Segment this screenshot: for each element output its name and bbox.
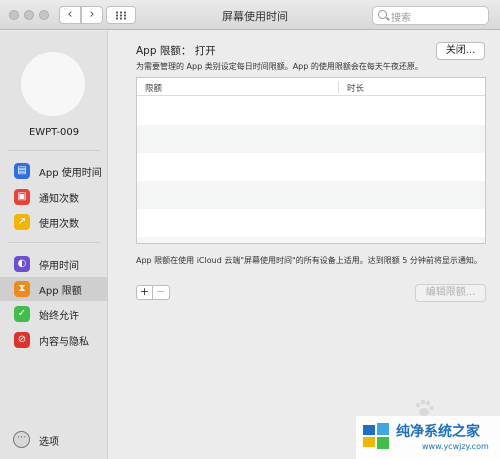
minimize-window-button[interactable] (24, 10, 34, 20)
column-header-duration[interactable]: 时长 (347, 82, 364, 94)
forward-button[interactable]: › (81, 6, 103, 24)
hourglass-icon: ⧗ (14, 281, 30, 297)
sidebar-item-app-usage[interactable]: ▤ App 使用时间 (0, 159, 108, 183)
show-all-button[interactable] (106, 6, 136, 24)
table-row (137, 209, 485, 237)
table-row (137, 181, 485, 209)
table-header: 限额 时长 (137, 78, 485, 96)
sidebar-divider (8, 150, 100, 151)
main-pane: App 限额： 打开 关闭... 为需要管理的 App 类别设定每日时间限额。A… (109, 31, 500, 459)
more-options-icon: ··· (13, 431, 30, 448)
limits-table[interactable]: 限额 时长 (136, 77, 486, 244)
search-icon (378, 10, 387, 19)
chevron-left-icon: ‹ (67, 7, 73, 22)
sidebar: EWPT-009 ▤ App 使用时间 ▣ 通知次数 ↗ 使用次数 ◐ 停用时间… (0, 31, 108, 459)
table-row (137, 97, 485, 125)
zoom-window-button[interactable] (39, 10, 49, 20)
minus-icon: − (156, 285, 166, 298)
table-row (137, 153, 485, 181)
close-window-button[interactable] (9, 10, 19, 20)
app-limits-description: 为需要管理的 App 类别设定每日时间限额。App 的使用限额会在每天午夜还原。 (136, 62, 423, 71)
turn-off-button[interactable]: 关闭... (436, 42, 485, 60)
app-limits-status: App 限额： 打开 (136, 45, 216, 57)
remove-limit-button[interactable]: − (153, 285, 170, 300)
sidebar-item-app-limits[interactable]: ⧗ App 限额 (0, 277, 108, 301)
sidebar-item-label: 始终允许 (39, 311, 79, 322)
sidebar-item-pickups[interactable]: ↗ 使用次数 (0, 210, 108, 234)
options-button[interactable]: ··· 选项 (0, 429, 108, 451)
edit-limits-button[interactable]: 编辑限额... (415, 284, 486, 302)
icloud-note: App 限额在使用 iCloud 云端"屏幕使用时间"的所有设备上适用。达到限额… (136, 256, 482, 265)
avatar[interactable] (21, 52, 85, 116)
sidebar-item-always-allowed[interactable]: ✓ 始终允许 (0, 302, 108, 326)
add-limit-button[interactable]: + (136, 285, 153, 300)
pickup-arrow-icon: ↗ (14, 214, 30, 230)
sidebar-item-label: App 使用时间 (39, 168, 102, 179)
checkmark-shield-icon: ✓ (14, 306, 30, 322)
sidebar-item-label: 内容与隐私 (39, 337, 89, 348)
grid-icon (115, 11, 127, 20)
sidebar-item-label: 使用次数 (39, 219, 79, 230)
windows-logo-icon (363, 423, 389, 449)
sidebar-item-label: 停用时间 (39, 261, 79, 272)
hourglass-stack-icon: ▤ (14, 163, 30, 179)
search-placeholder: 搜索 (391, 13, 411, 24)
notification-badge-icon: ▣ (14, 189, 30, 205)
title-bar: ‹ › 屏幕使用时间 搜索 (0, 0, 500, 30)
chevron-right-icon: › (89, 7, 95, 22)
sidebar-item-downtime[interactable]: ◐ 停用时间 (0, 252, 108, 276)
options-label: 选项 (39, 437, 59, 448)
sidebar-item-label: 通知次数 (39, 194, 79, 205)
back-button[interactable]: ‹ (59, 6, 81, 24)
column-header-limit[interactable]: 限额 (145, 82, 162, 94)
sidebar-divider (8, 242, 100, 243)
search-field[interactable]: 搜索 (372, 6, 489, 25)
sidebar-item-content-privacy[interactable]: ⊘ 内容与隐私 (0, 328, 108, 352)
moon-clock-icon: ◐ (14, 256, 30, 272)
column-divider (338, 81, 339, 93)
table-row (137, 125, 485, 153)
plus-icon: + (139, 285, 150, 298)
paw-watermark-icon (415, 399, 434, 416)
watermark-title: 纯净系统之家 (396, 424, 480, 440)
watermark-url: www.ycwjzy.com (422, 442, 489, 451)
watermark: 纯净系统之家 www.ycwjzy.com (356, 416, 500, 459)
username: EWPT-009 (28, 127, 80, 138)
restriction-icon: ⊘ (14, 332, 30, 348)
sidebar-item-notifications[interactable]: ▣ 通知次数 (0, 185, 108, 209)
table-row (137, 237, 485, 243)
sidebar-item-label: App 限额 (39, 286, 82, 297)
window-title: 屏幕使用时间 (222, 10, 288, 23)
